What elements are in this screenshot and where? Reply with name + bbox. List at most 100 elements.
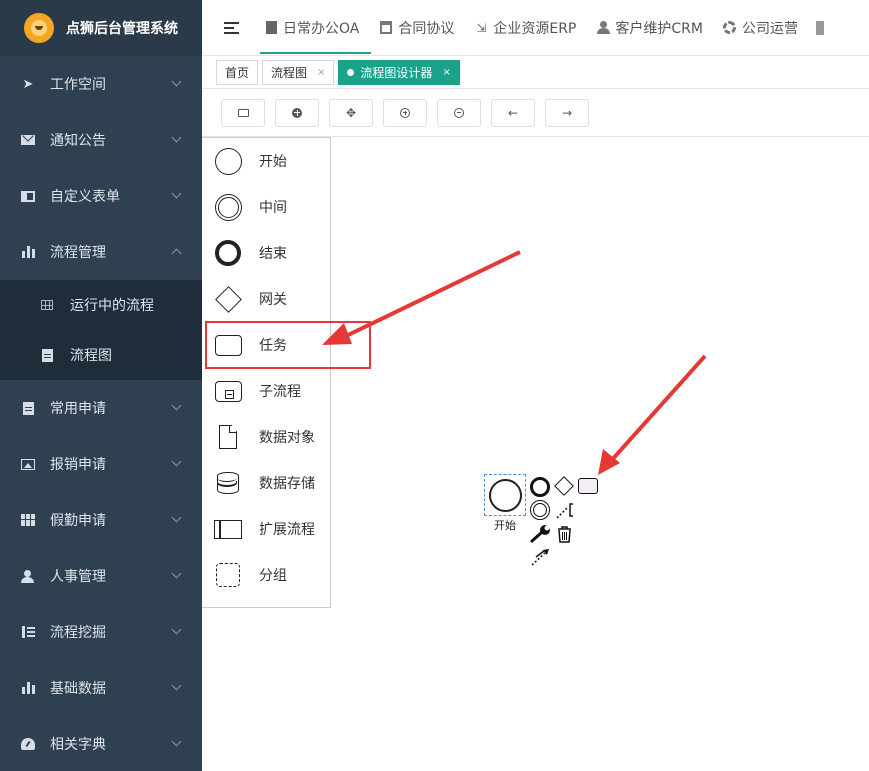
intermediate-event-icon [214, 193, 242, 221]
topnav-tab-erp[interactable]: ⇲ 企业资源ERP [470, 0, 588, 56]
zoom-out-button[interactable] [437, 98, 481, 127]
table-icon [20, 512, 36, 528]
bar-chart-icon [20, 680, 36, 696]
palette-item-data-store[interactable]: 数据存储 [202, 460, 330, 506]
zoom-in-button[interactable] [383, 98, 427, 127]
page-tabs: 首页 流程图 × 流程图设计器 × [202, 56, 869, 89]
sidebar-item-process-management[interactable]: 流程管理 [0, 224, 202, 280]
topnav-tab-crm[interactable]: 客户维护CRM [592, 0, 715, 56]
palette-item-gateway[interactable]: 网关 [202, 276, 330, 322]
document-icon [264, 21, 278, 35]
undo-button[interactable]: ← [491, 98, 535, 127]
palette-item-label: 分组 [259, 568, 287, 584]
start-event-icon [214, 147, 242, 175]
chevron-down-icon [171, 132, 182, 143]
sidebar-item-label: 工作空间 [50, 77, 106, 93]
start-event-icon [489, 479, 522, 512]
task-icon[interactable] [578, 478, 598, 494]
close-icon[interactable]: × [317, 67, 325, 78]
bar-chart-icon [20, 244, 36, 260]
sidebar-item-label: 流程挖掘 [50, 625, 106, 641]
open-button[interactable] [221, 98, 265, 127]
redo-button[interactable]: → [545, 98, 589, 127]
data-object-icon [214, 423, 242, 451]
folder-icon [237, 108, 249, 117]
end-event-icon[interactable] [530, 477, 550, 497]
more-tabs-icon[interactable] [815, 20, 824, 35]
sidebar-item-base-data[interactable]: 基础数据 [0, 660, 202, 716]
palette-item-subprocess[interactable]: 子流程 [202, 368, 330, 414]
palette-item-group[interactable]: 分组 [202, 552, 330, 598]
bpmn-palette: 开始 中间 结束 网关 任务 子流程 数据对象 数据存储 扩展流程 分组 [202, 137, 331, 608]
sidebar-item-label: 通知公告 [50, 133, 106, 149]
palette-item-label: 数据存储 [259, 476, 315, 492]
annotation-icon[interactable] [555, 500, 575, 520]
palette-item-data-object[interactable]: 数据对象 [202, 414, 330, 460]
subprocess-icon [214, 377, 242, 405]
intermediate-event-icon[interactable] [530, 500, 550, 520]
sidebar-item-reimbursement[interactable]: 报销申请 [0, 436, 202, 492]
wrench-icon[interactable] [530, 524, 552, 544]
sidebar-item-workspace[interactable]: ➤ 工作空间 [0, 56, 202, 112]
page-tab-label: 首页 [225, 65, 250, 80]
palette-item-label: 网关 [259, 292, 287, 308]
sidebar-item-label: 人事管理 [50, 569, 106, 585]
sidebar-item-custom-forms[interactable]: 自定义表单 [0, 168, 202, 224]
bpmn-canvas[interactable] [331, 137, 869, 771]
new-button[interactable] [275, 98, 319, 127]
gateway-icon [214, 285, 242, 313]
page-tab-flowchart[interactable]: 流程图 × [262, 59, 335, 85]
calendar-icon [379, 21, 393, 35]
trash-icon[interactable] [556, 524, 573, 544]
pool-icon [214, 515, 242, 543]
connect-icon[interactable] [530, 547, 552, 567]
palette-item-intermediate[interactable]: 中间 [202, 184, 330, 230]
sidebar-item-hr[interactable]: 人事管理 [0, 548, 202, 604]
palette-item-pool[interactable]: 扩展流程 [202, 506, 330, 552]
palette-item-label: 结束 [259, 246, 287, 262]
chevron-down-icon [171, 624, 182, 635]
sidebar-subitem-running-processes[interactable]: 运行中的流程 [0, 280, 202, 330]
palette-item-start[interactable]: 开始 [202, 138, 330, 184]
sidebar-subitem-flowchart[interactable]: 流程图 [0, 330, 202, 380]
page-tab-label: 流程图 [271, 65, 308, 80]
page-tab-flowchart-designer[interactable]: 流程图设计器 × [338, 59, 460, 85]
end-event-icon [214, 239, 242, 267]
chevron-up-icon [171, 248, 182, 259]
sidebar-item-dictionary[interactable]: 相关字典 [0, 716, 202, 771]
chevron-down-icon [171, 680, 182, 691]
gauge-icon [20, 736, 36, 752]
sidebar-item-notices[interactable]: 通知公告 [0, 112, 202, 168]
app-title: 点狮后台管理系统 [66, 21, 178, 37]
page-tab-label: 流程图设计器 [360, 65, 433, 80]
menu-toggle-button[interactable] [202, 0, 260, 56]
user-icon [20, 568, 36, 584]
sidebar-item-process-mining[interactable]: 流程挖掘 [0, 604, 202, 660]
chevron-down-icon [171, 736, 182, 747]
close-icon[interactable]: × [442, 67, 450, 78]
sidebar-subitem-label: 运行中的流程 [70, 298, 154, 314]
topnav-tab-label: 公司运营 [741, 20, 798, 37]
chevron-down-icon [171, 188, 182, 199]
page-tab-home[interactable]: 首页 [216, 59, 259, 85]
topnav-tab-oa[interactable]: 日常办公OA [260, 0, 372, 56]
start-event-node[interactable] [484, 474, 526, 516]
topnav-tab-contracts[interactable]: 合同协议 [375, 0, 466, 56]
plus-circle-icon [292, 107, 302, 118]
sidebar-submenu: 运行中的流程 流程图 [0, 280, 202, 380]
palette-item-label: 开始 [259, 154, 287, 170]
chevron-down-icon [171, 76, 182, 87]
users-icon [596, 21, 610, 35]
compress-icon: ⇲ [476, 20, 487, 35]
sidebar-subitem-label: 流程图 [70, 348, 112, 364]
topnav-tab-label: 客户维护CRM [615, 20, 703, 37]
palette-item-end[interactable]: 结束 [202, 230, 330, 276]
sidebar-item-leave[interactable]: 假勤申请 [0, 492, 202, 548]
start-event-label: 开始 [494, 519, 516, 532]
topnav-tab-operations[interactable]: 公司运营 [719, 0, 810, 56]
sidebar-item-common-requests[interactable]: 常用申请 [0, 380, 202, 436]
designer-toolbar: ✥ ← → [202, 89, 869, 137]
topnav-tab-label: 日常办公OA [283, 20, 360, 37]
send-icon: ➤ [22, 76, 34, 92]
move-button[interactable]: ✥ [329, 98, 373, 127]
